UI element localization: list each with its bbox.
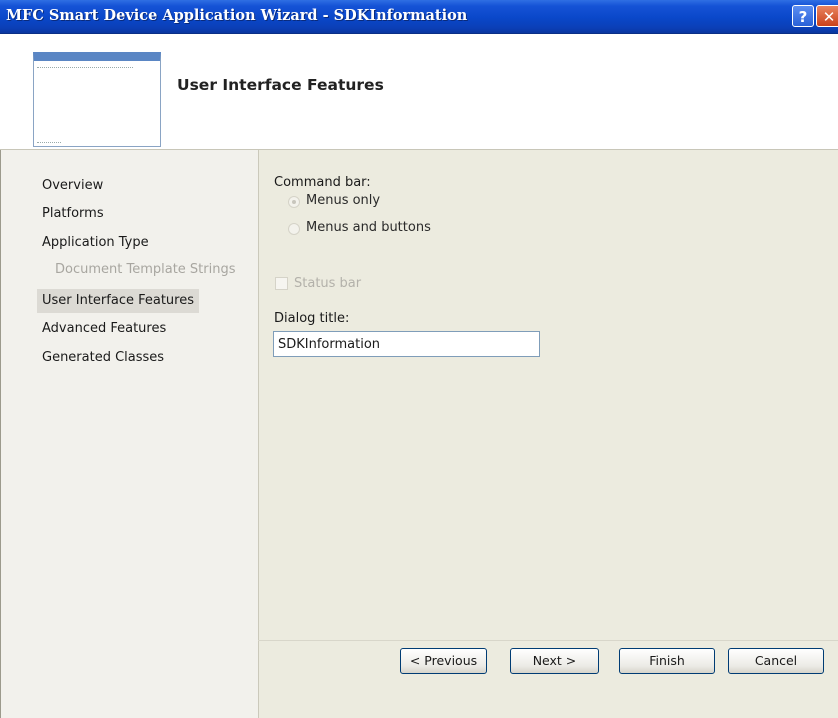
menus-and-buttons-radio[interactable] (288, 223, 300, 235)
window-preview-icon (33, 52, 161, 147)
nav-item-document-template-strings: Document Template Strings (55, 262, 236, 277)
status-bar-label: Status bar (294, 276, 362, 291)
status-bar-checkbox[interactable] (275, 277, 288, 290)
wizard-nav: Overview Platforms Application Type Docu… (0, 150, 258, 718)
preview-status-bar (37, 139, 61, 143)
next-button[interactable]: Next > (510, 648, 599, 674)
dialog-title-label: Dialog title: (274, 311, 350, 326)
help-button[interactable]: ? (792, 5, 814, 27)
dialog-title-input[interactable] (273, 331, 540, 357)
nav-item-overview[interactable]: Overview (37, 174, 108, 198)
footer-divider (258, 640, 838, 641)
help-icon: ? (798, 8, 808, 26)
cancel-button[interactable]: Cancel (728, 648, 824, 674)
nav-item-advanced-features[interactable]: Advanced Features (37, 317, 171, 341)
wizard-content: Command bar: Menus only Menus and button… (258, 150, 838, 718)
close-button[interactable]: ✕ (816, 5, 838, 27)
menus-only-radio[interactable] (288, 196, 300, 208)
nav-item-user-interface-features[interactable]: User Interface Features (37, 289, 199, 313)
command-bar-label: Command bar: (274, 175, 371, 190)
window-title: MFC Smart Device Application Wizard - SD… (6, 7, 468, 24)
menus-only-label: Menus only (306, 193, 381, 208)
nav-item-platforms[interactable]: Platforms (37, 202, 109, 226)
preview-menu-bar (37, 63, 133, 68)
finish-button[interactable]: Finish (619, 648, 715, 674)
page-title: User Interface Features (177, 76, 384, 94)
nav-item-generated-classes[interactable]: Generated Classes (37, 346, 169, 370)
menus-and-buttons-label: Menus and buttons (306, 220, 431, 235)
previous-button[interactable]: < Previous (400, 648, 487, 674)
close-icon: ✕ (822, 8, 836, 26)
title-bar[interactable]: MFC Smart Device Application Wizard - SD… (0, 0, 838, 34)
nav-item-application-type[interactable]: Application Type (37, 231, 154, 255)
